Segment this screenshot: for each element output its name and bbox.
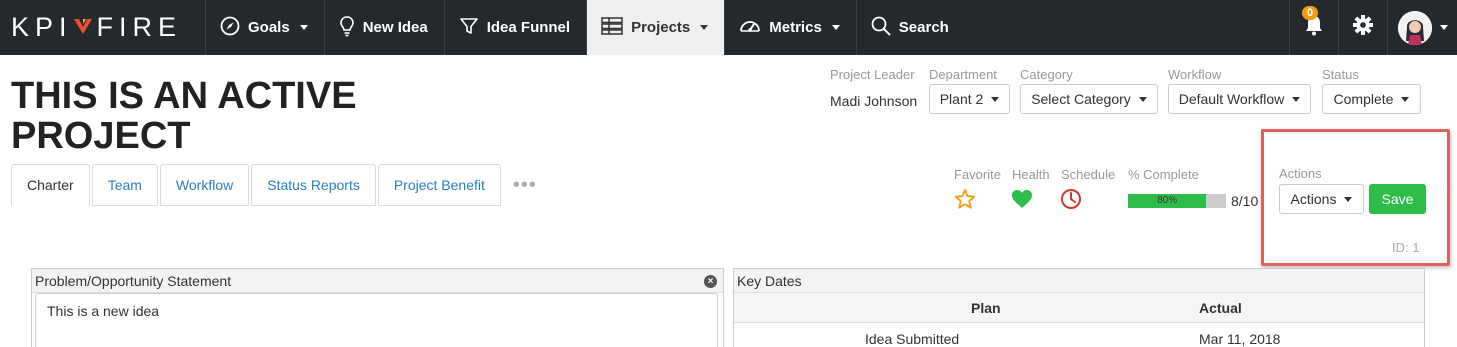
status-value: Complete xyxy=(1333,91,1394,107)
notifications-button[interactable]: 0 xyxy=(1289,0,1338,55)
close-icon[interactable]: × xyxy=(704,275,717,288)
workflow-value: Default Workflow xyxy=(1178,91,1285,107)
gauge-icon xyxy=(739,16,761,40)
problem-statement-panel: Problem/Opportunity Statement × This is … xyxy=(31,268,724,347)
chevron-down-icon xyxy=(831,25,840,30)
project-leader-label: Project Leader xyxy=(830,67,915,82)
tab-status-reports[interactable]: Status Reports xyxy=(251,164,376,206)
gear-icon xyxy=(1352,14,1374,41)
nav-search[interactable]: Search xyxy=(857,0,965,55)
chevron-down-icon xyxy=(991,96,1000,102)
key-date-actual: Mar 11, 2018 xyxy=(1199,331,1281,347)
kpifire-logo[interactable]: KPI FIRE xyxy=(0,0,206,55)
heart-icon xyxy=(1011,189,1033,214)
top-navbar: KPI FIRE Goals New Idea Idea Funnel Proj… xyxy=(0,0,1457,55)
key-dates-plan-header: Plan xyxy=(971,300,1001,316)
favorite-label: Favorite xyxy=(954,167,1001,182)
page-title: THIS IS AN ACTIVE PROJECT xyxy=(11,75,357,157)
tab-charter[interactable]: Charter xyxy=(11,164,90,206)
department-label: Department xyxy=(929,67,997,82)
category-label: Category xyxy=(1020,67,1073,82)
key-dates-panel: Key Dates Plan Actual Idea Submitted Mar… xyxy=(733,268,1425,347)
table-row: Idea Submitted Mar 11, 2018 xyxy=(734,324,1424,347)
nav-new-idea[interactable]: New Idea xyxy=(325,0,445,55)
project-tabs: Charter Team Workflow Status Reports Pro… xyxy=(11,164,537,206)
nav-goals[interactable]: Goals xyxy=(206,0,325,55)
logo-text-right: FIRE xyxy=(96,12,183,42)
category-dropdown[interactable]: Select Category xyxy=(1020,84,1158,114)
actions-dropdown[interactable]: Actions xyxy=(1279,184,1364,214)
project-leader-value: Madi Johnson xyxy=(830,93,918,109)
key-dates-title: Key Dates xyxy=(734,269,1424,293)
problem-statement-textarea[interactable]: This is a new idea xyxy=(35,293,718,347)
progress-bar: 80% xyxy=(1128,194,1226,208)
workflow-dropdown[interactable]: Default Workflow xyxy=(1168,84,1311,114)
lightbulb-icon xyxy=(339,15,355,41)
problem-statement-title: Problem/Opportunity Statement xyxy=(32,269,723,293)
chevron-down-icon xyxy=(1344,196,1353,202)
avatar xyxy=(1397,10,1432,45)
nav-goals-label: Goals xyxy=(248,19,290,36)
settings-button[interactable] xyxy=(1338,0,1387,55)
nav-idea-funnel-label: Idea Funnel xyxy=(486,19,571,36)
progress-bar-fill: 80% xyxy=(1128,194,1207,208)
funnel-icon xyxy=(459,16,479,40)
logo-text-left: KPI xyxy=(11,12,73,42)
tab-workflow[interactable]: Workflow xyxy=(159,164,250,206)
nav-metrics-label: Metrics xyxy=(769,19,822,36)
schedule-label: Schedule xyxy=(1061,167,1116,182)
projects-icon xyxy=(601,16,623,39)
save-button[interactable]: Save xyxy=(1369,184,1426,214)
workflow-label: Workflow xyxy=(1168,67,1222,82)
key-dates-header-row: Plan Actual xyxy=(734,293,1424,323)
percent-complete-label: % Complete xyxy=(1128,167,1199,182)
notification-count-badge: 0 xyxy=(1302,6,1319,20)
user-menu-button[interactable] xyxy=(1387,0,1457,55)
status-label: Status xyxy=(1322,67,1359,82)
nav-search-label: Search xyxy=(898,19,949,36)
chevron-down-icon xyxy=(1401,96,1410,102)
nav-new-idea-label: New Idea xyxy=(362,19,428,36)
tab-project-benefit[interactable]: Project Benefit xyxy=(377,164,501,206)
actions-label: Actions xyxy=(1279,166,1322,181)
chevron-down-icon xyxy=(1439,25,1448,30)
logo-flame-icon xyxy=(73,12,93,43)
compass-icon xyxy=(220,16,240,40)
chevron-down-icon xyxy=(1292,96,1301,102)
nav-projects-label: Projects xyxy=(631,19,691,36)
nav-projects[interactable]: Projects xyxy=(587,0,726,55)
category-value: Select Category xyxy=(1031,91,1131,107)
key-dates-actual-header: Actual xyxy=(1199,300,1242,316)
chevron-down-icon xyxy=(700,25,709,30)
chevron-down-icon xyxy=(299,25,308,30)
task-count: 8/10 xyxy=(1231,193,1259,209)
key-date-name: Idea Submitted xyxy=(865,331,960,347)
actions-dropdown-label: Actions xyxy=(1290,191,1337,207)
star-icon[interactable] xyxy=(954,188,976,215)
nav-metrics[interactable]: Metrics xyxy=(725,0,857,55)
search-icon xyxy=(871,16,891,40)
chevron-down-icon xyxy=(1138,96,1147,102)
department-dropdown[interactable]: Plant 2 xyxy=(929,84,1010,114)
more-tabs-ellipsis[interactable]: ••• xyxy=(503,164,537,206)
department-value: Plant 2 xyxy=(939,91,984,107)
project-id: ID: 1 xyxy=(1392,240,1420,255)
nav-right-group: 0 xyxy=(1289,0,1457,55)
status-dropdown[interactable]: Complete xyxy=(1322,84,1421,114)
nav-idea-funnel[interactable]: Idea Funnel xyxy=(445,0,588,55)
clock-icon xyxy=(1060,188,1082,215)
tab-team[interactable]: Team xyxy=(91,164,158,206)
health-label: Health xyxy=(1012,167,1050,182)
